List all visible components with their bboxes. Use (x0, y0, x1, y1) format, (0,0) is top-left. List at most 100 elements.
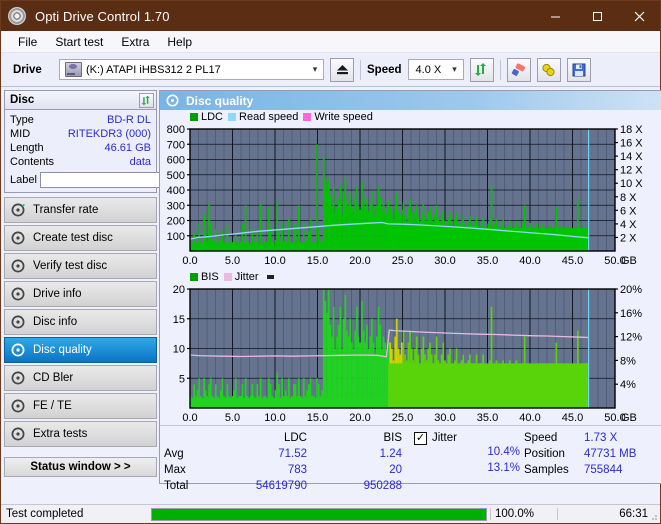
disc-quality-icon (166, 94, 179, 107)
svg-text:2 X: 2 X (620, 232, 637, 244)
maximize-button[interactable] (576, 1, 618, 31)
sidebar-item-disc-info[interactable]: Disc info (4, 309, 157, 335)
toolbar-divider (360, 59, 361, 80)
stats-col-ldc: LDC (283, 432, 307, 444)
svg-text:15: 15 (173, 314, 185, 326)
stats-bis-total: 950288 (363, 480, 402, 492)
cd-bler-icon (11, 371, 28, 385)
drive-select-value: (K:) ATAPI iHBS312 2 PL17 (86, 63, 221, 76)
stats-panel: LDC BIS Avg 71.52 1.24 Max 783 20 Total … (160, 425, 661, 497)
drive-info-icon (11, 287, 28, 301)
disc-panel-header: Disc (5, 91, 156, 110)
svg-text:15.0: 15.0 (307, 412, 328, 424)
disc-row-mid-key: MID (10, 128, 31, 140)
svg-text:800: 800 (167, 124, 185, 136)
menu-item-file[interactable]: File (9, 33, 46, 51)
disc-row-type-value: BD-R DL (106, 114, 151, 126)
bis-chart-legend: BIS Jitter (160, 270, 661, 283)
disc-quality-panel: Disc quality LDC Read speed Write speed … (159, 90, 661, 492)
sidebar-item-drive-info[interactable]: Drive info (4, 281, 157, 307)
samples-value: 755844 (584, 464, 623, 476)
legend-swatch-read-speed (228, 112, 237, 121)
stats-bis-avg: 1.24 (379, 448, 402, 460)
minimize-button[interactable] (534, 1, 576, 31)
svg-text:300: 300 (167, 200, 185, 212)
disc-row-contents: Contents data (10, 155, 151, 169)
sidebar-item-label: Drive info (33, 288, 82, 300)
menu-item-start-test[interactable]: Start test (46, 33, 112, 51)
status-window-button[interactable]: Status window > > (4, 457, 157, 477)
window-buttons (534, 1, 660, 31)
svg-text:12 X: 12 X (620, 165, 643, 177)
svg-text:20%: 20% (620, 284, 642, 296)
legend-label-read-speed: Read speed (239, 110, 299, 123)
svg-text:500: 500 (167, 170, 185, 182)
resize-grip[interactable] (648, 511, 658, 521)
disc-label-row: Label (10, 171, 243, 188)
disc-refresh-button[interactable] (139, 92, 154, 108)
jitter-column: ✓ Jitter 10.4% 13.1% (414, 430, 524, 494)
chevron-down-icon: ▾ (312, 64, 318, 74)
legend-label-jitter: Jitter (234, 270, 259, 283)
window-title: Opti Drive Control 1.70 (35, 8, 170, 24)
disc-quality-header: Disc quality (160, 91, 661, 110)
svg-text:10.0: 10.0 (264, 412, 285, 424)
sidebar-item-fe-te[interactable]: FE / TE (4, 393, 157, 419)
save-button[interactable] (566, 57, 591, 82)
legend-item-jitter: Jitter (223, 270, 259, 283)
svg-text:10: 10 (173, 344, 185, 356)
speed-key: Speed (524, 432, 558, 444)
drive-toolbar: Drive (K:) ATAPI iHBS312 2 PL17 ▾ Speed … (1, 53, 660, 87)
legend-label-ldc: LDC (201, 110, 224, 123)
jitter-checkbox[interactable]: ✓ (414, 431, 427, 445)
bis-chart: BIS Jitter 5 10 15 20 4% 8% 12% 16% 20% 0.0 5.0 10.… (160, 270, 661, 425)
ldc-chart-legend: LDC Read speed Write speed (160, 110, 661, 123)
svg-text:6 X: 6 X (620, 205, 637, 217)
progress-percent: 100.0% (490, 508, 557, 520)
stats-bis-max: 20 (389, 464, 402, 476)
disc-icon (8, 7, 26, 25)
svg-text:35.0: 35.0 (477, 412, 498, 424)
samples-key: Samples (524, 464, 569, 476)
svg-text:5.0: 5.0 (225, 412, 240, 424)
svg-text:15.0: 15.0 (307, 255, 328, 267)
erase-button[interactable] (506, 57, 531, 82)
menu-item-extra[interactable]: Extra (112, 33, 158, 51)
svg-text:14 X: 14 X (620, 151, 643, 163)
sidebar-item-label: Extra tests (33, 428, 88, 440)
stats-row-label-avg: Avg (164, 448, 184, 460)
sidebar-item-verify-test-disc[interactable]: Verify test disc (4, 253, 157, 279)
disc-row-contents-key: Contents (10, 156, 55, 168)
sidebar-item-disc-quality[interactable]: Disc quality (4, 337, 157, 363)
bookmark-button[interactable] (536, 57, 561, 82)
svg-text:400: 400 (167, 185, 185, 197)
disc-verify-icon (11, 259, 28, 273)
elapsed-time: 66:31 (557, 508, 660, 520)
speed-value: 1.73 X (584, 432, 618, 444)
sidebar-item-extra-tests[interactable]: Extra tests (4, 421, 157, 447)
extra-tests-icon (11, 427, 28, 441)
sidebar-item-label: Create test disc (33, 232, 113, 244)
ldc-plot: 100 200 300 400 500 600 700 800 2 X4 X 6 X8 X 10 X… (160, 123, 661, 268)
eject-button[interactable] (330, 57, 354, 82)
refresh-button[interactable] (469, 57, 494, 82)
sidebar-item-cd-bler[interactable]: CD Bler (4, 365, 157, 391)
svg-text:600: 600 (167, 155, 185, 167)
sidebar-item-create-test-disc[interactable]: Create test disc (4, 225, 157, 251)
disc-row-length: Length 46.61 GB (10, 141, 151, 155)
legend-label-write-speed: Write speed (314, 110, 373, 123)
drive-select[interactable]: (K:) ATAPI iHBS312 2 PL17 ▾ (59, 59, 324, 80)
menu-item-help[interactable]: Help (158, 33, 201, 51)
speed-select[interactable]: 4.0 X ▾ (407, 59, 464, 80)
stats-ldc-avg: 71.52 (278, 448, 307, 460)
sidebar-item-transfer-rate[interactable]: Transfer rate (4, 197, 157, 223)
jitter-toggle-row[interactable]: ✓ Jitter (414, 430, 524, 446)
title-bar: Opti Drive Control 1.70 (1, 1, 660, 31)
jitter-max: 13.1% (487, 462, 520, 474)
disc-info-icon (11, 315, 28, 329)
close-button[interactable] (618, 1, 660, 31)
svg-text:100: 100 (167, 231, 185, 243)
svg-text:40.0: 40.0 (519, 255, 540, 267)
speed-column: Speed 1.73 X Position 47731 MB Samples 7… (524, 430, 659, 494)
svg-text:10.0: 10.0 (264, 255, 285, 267)
